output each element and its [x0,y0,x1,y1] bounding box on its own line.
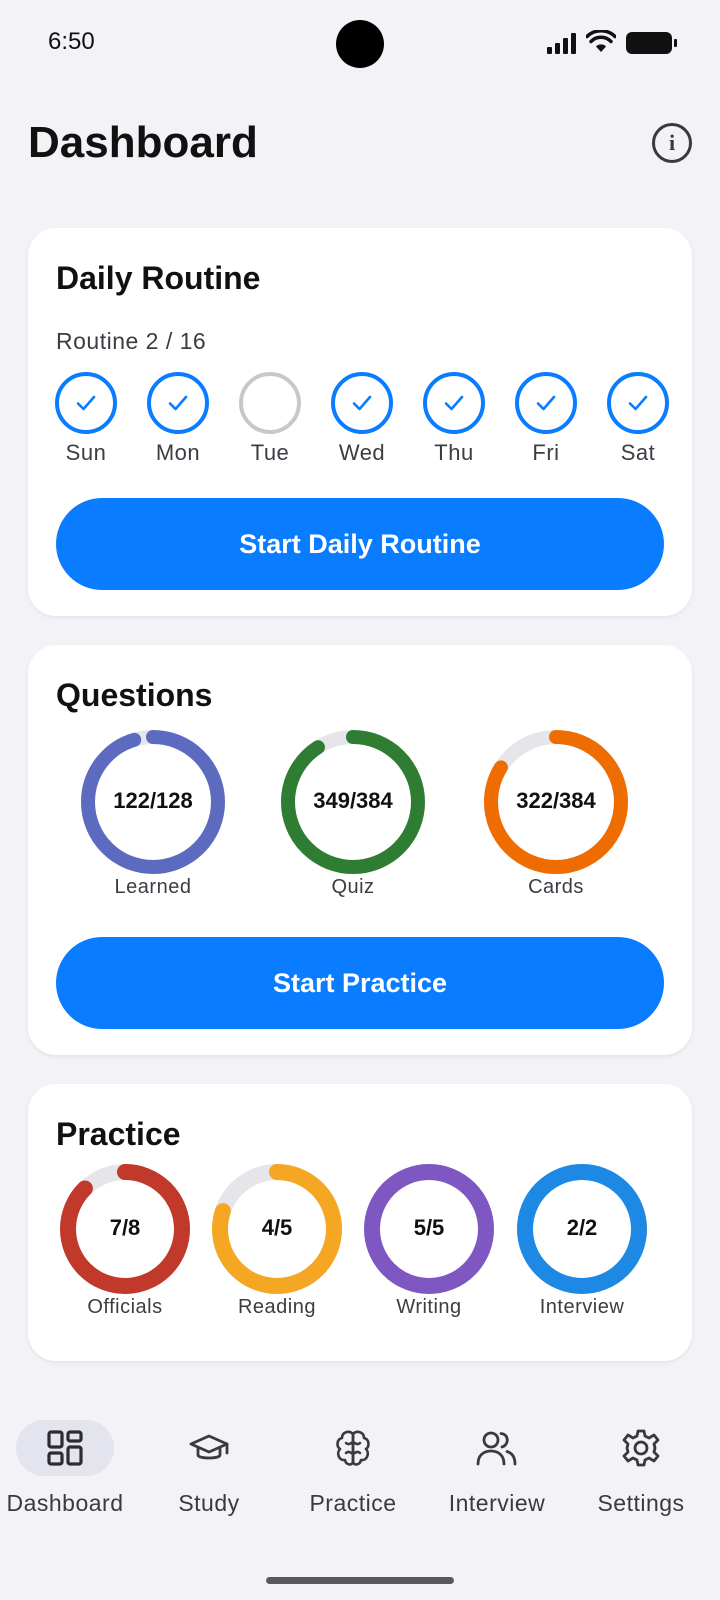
ring-writing: 5/5 Writing [364,1164,494,1319]
ring-value: 7/8 [109,1215,141,1241]
ring-learned: 122/128 Learned [81,730,225,899]
questions-title: Questions [56,677,213,713]
wifi-icon [586,30,616,52]
day-label: Sat [620,440,656,465]
nav-label: Settings [597,1490,685,1516]
graduation-cap-icon [160,1420,258,1476]
day-wed: Wed [326,372,398,466]
nav-item-practice[interactable]: Practice [281,1420,425,1517]
ring-label: Quiz [331,876,375,898]
ring-value: 122/128 [113,788,193,814]
daily-routine-card: Daily Routine Routine 2 / 16 Sun Mon Tue We… [28,228,692,616]
ring-label: Writing [396,1296,462,1318]
checkmark-icon [536,395,556,411]
practice-card: Practice 7/8 Officials 4/5 Reading 5/5 Writin… [28,1084,692,1361]
nav-label: Study [178,1490,240,1516]
ring-cards: 322/384 Cards [484,730,628,899]
ring-value: 349/384 [313,788,393,814]
gear-icon [592,1420,690,1476]
header: Dashboard i [28,115,692,175]
nav-item-interview[interactable]: Interview [425,1420,569,1517]
questions-card: Questions 122/128 Learned 349/384 Quiz 322/3… [28,645,692,1055]
practice-title: Practice [56,1116,181,1152]
checkmark-icon [444,395,464,411]
ring-label: Learned [114,876,192,898]
nav-item-settings[interactable]: Settings [569,1420,713,1517]
day-sat: Sat [602,372,674,466]
ring-officials: 7/8 Officials [60,1164,190,1319]
nav-label: Dashboard [6,1490,124,1516]
day-check-circle [147,372,209,434]
day-check-circle [331,372,393,434]
status-bar: 6:50 [0,0,720,90]
day-tue: Tue [234,372,306,466]
ring-value: 4/5 [261,1215,293,1241]
nav-label: Practice [309,1490,397,1516]
day-label: Fri [532,440,560,465]
start-practice-button[interactable]: Start Practice [56,937,664,1029]
ring-value: 322/384 [516,788,596,814]
status-icons [547,30,677,54]
day-check-circle [515,372,577,434]
day-label: Sun [65,440,107,465]
ring-label: Cards [528,876,584,898]
status-time: 6:50 [48,28,95,55]
day-sun: Sun [50,372,122,466]
checkmark-icon [76,395,96,411]
info-icon[interactable]: i [652,123,692,163]
checkmark-icon [352,395,372,411]
ring-interview: 2/2 Interview [517,1164,647,1319]
ring-label: Interview [539,1296,625,1318]
day-check-circle [55,372,117,434]
nav-item-dashboard[interactable]: Dashboard [0,1420,137,1517]
page-title: Dashboard [28,118,258,167]
ring-quiz: 349/384 Quiz [281,730,425,899]
day-label: Thu [434,440,474,465]
day-label: Tue [250,440,290,465]
signal-icon [547,32,576,54]
brain-icon [304,1420,402,1476]
home-indicator [266,1577,454,1584]
battery-icon [626,32,677,54]
ring-label: Reading [237,1296,316,1318]
checkmark-icon [168,395,188,411]
users-icon [448,1420,546,1476]
day-thu: Thu [418,372,490,466]
day-check-circle [423,372,485,434]
practice-rings: 7/8 Officials 4/5 Reading 5/5 Writing 2/2 Inter… [28,1164,692,1334]
dashboard-grid-icon [16,1420,114,1476]
ring-value: 5/5 [413,1215,445,1241]
day-empty-circle [239,372,301,434]
routine-progress: Routine 2 / 16 [56,328,207,354]
ring-reading: 4/5 Reading [212,1164,342,1319]
bottom-navigation: Dashboard Study Practice Interview Settings [0,1420,720,1540]
day-fri: Fri [510,372,582,466]
nav-item-study[interactable]: Study [137,1420,281,1517]
ring-value: 2/2 [566,1215,598,1241]
day-label: Mon [155,440,201,465]
day-check-circle [607,372,669,434]
daily-routine-title: Daily Routine [56,260,261,296]
day-mon: Mon [142,372,214,466]
start-daily-routine-button[interactable]: Start Daily Routine [56,498,664,590]
camera-cutout [336,20,384,68]
questions-rings: 122/128 Learned 349/384 Quiz 322/384 Cards [28,730,692,910]
checkmark-icon [628,395,648,411]
weekday-tracker: Sun Mon Tue Wed Thu Fri Sat [50,372,674,466]
day-label: Wed [338,440,386,465]
ring-label: Officials [87,1296,163,1318]
nav-label: Interview [448,1490,546,1516]
